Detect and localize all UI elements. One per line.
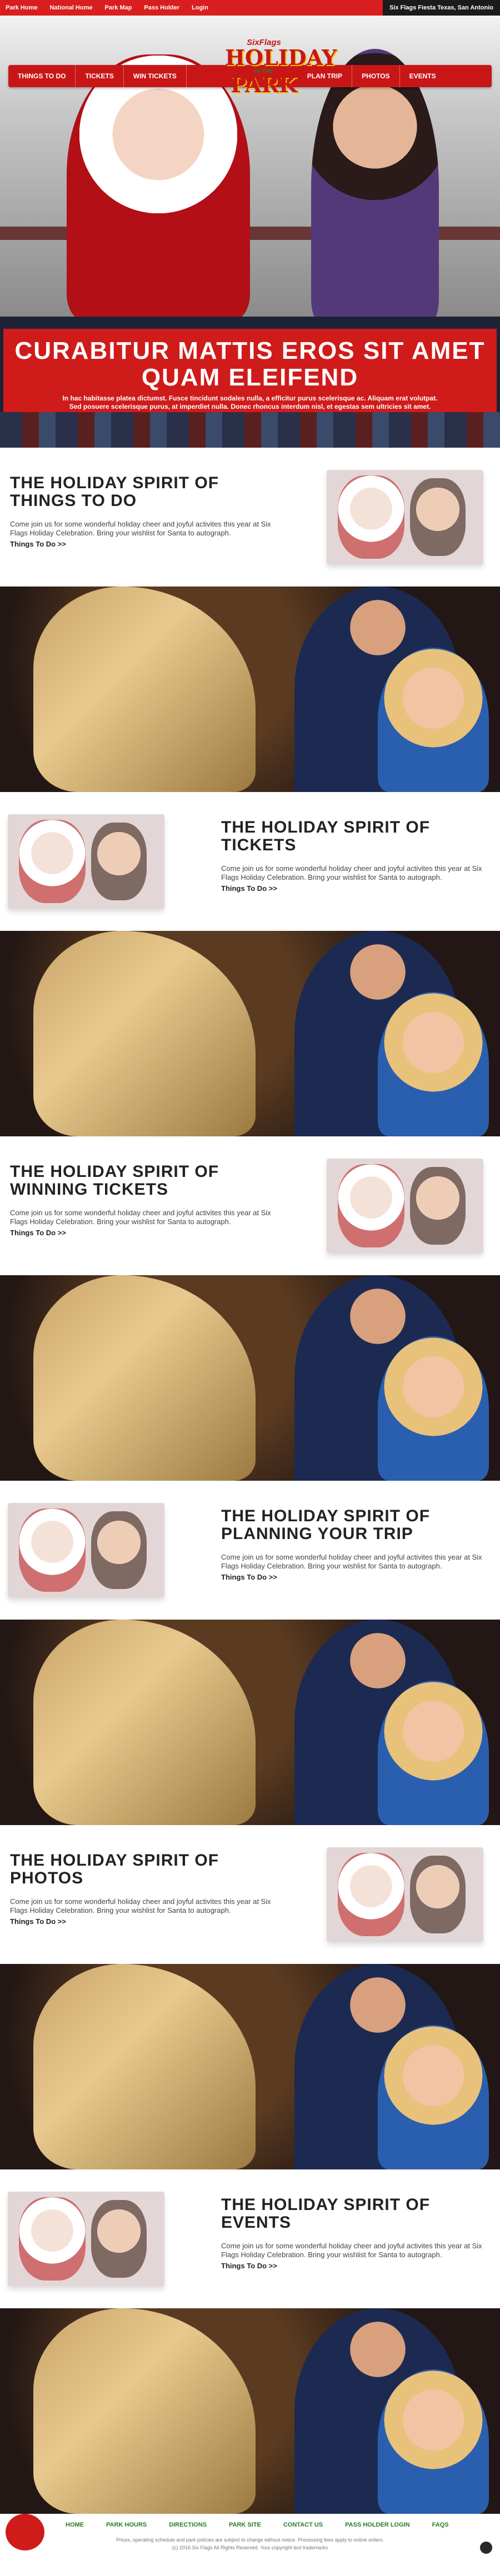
feature-tickets: THE HOLIDAY SPIRIT OF TICKETS Come join … [0,792,500,931]
nav-events[interactable]: EVENTS [400,65,446,87]
footer-link-park-hours[interactable]: PARK HOURS [106,2522,147,2528]
top-link-login[interactable]: Login [192,4,208,11]
footer: HOME PARK HOURS DIRECTIONS PARK SITE CON… [0,2514,500,2576]
feature-link[interactable]: Things To Do >> [221,2262,499,2270]
footer-links: HOME PARK HOURS DIRECTIONS PARK SITE CON… [66,2522,449,2528]
feature-text: THE HOLIDAY SPIRIT OF PLANNING YOUR TRIP… [221,1507,499,1582]
feature-thumbnail [8,814,164,909]
feature-thumbnail [8,2192,164,2286]
feature-body: Come join us for some wonderful holiday … [10,520,271,537]
feature-thumbnail [327,1159,483,1253]
feature-link[interactable]: Things To Do >> [10,1917,288,1926]
feature-photos: THE HOLIDAY SPIRIT OF PHOTOS Come join u… [0,1825,500,1964]
nav-photos[interactable]: PHOTOS [352,65,400,87]
top-link-park-map[interactable]: Park Map [105,4,132,11]
logo-word-park: PARK [231,72,297,97]
smiling-girl [378,2025,489,2169]
nav-win-tickets[interactable]: WIN TICKETS [124,65,187,87]
top-link-park-home[interactable]: Park Home [6,4,37,11]
feature-text: THE HOLIDAY SPIRIT OF PHOTOS Come join u… [10,1852,288,1926]
feature-body: Come join us for some wonderful holiday … [10,1209,271,1226]
feature-planning-your-trip: THE HOLIDAY SPIRIT OF PLANNING YOUR TRIP… [0,1481,500,1620]
smiling-girl [378,1336,489,1481]
feature-text: THE HOLIDAY SPIRIT OF EVENTS Come join u… [221,2196,499,2271]
feature-thumbnail [327,1847,483,1942]
footer-notes: Prices, operating schedule and park poli… [111,2536,389,2552]
carousel-photo [0,1620,500,1825]
nav-things-to-do[interactable]: THINGS TO DO [8,65,76,87]
carousel-photo [0,587,500,792]
feature-text: THE HOLIDAY SPIRIT OF TICKETS Come join … [221,819,499,893]
feature-body: Come join us for some wonderful holiday … [221,1553,482,1570]
feature-body: Come join us for some wonderful holiday … [221,2242,482,2259]
feature-title: THE HOLIDAY SPIRIT OF TICKETS [221,818,431,854]
feature-text: THE HOLIDAY SPIRIT OF WINNING TICKETS Co… [10,1163,288,1237]
banner-text: In hac habitasse platea dictumst. Fusce … [62,394,438,410]
feature-text: THE HOLIDAY SPIRIT OF THINGS TO DO Come … [10,474,288,549]
footer-link-directions[interactable]: DIRECTIONS [169,2522,207,2528]
feature-title: THE HOLIDAY SPIRIT OF EVENTS [221,2196,431,2232]
nav-tickets[interactable]: TICKETS [76,65,124,87]
banner-photo-strip [0,412,500,448]
carousel-photo [0,931,500,1136]
feature-title: THE HOLIDAY SPIRIT OF PHOTOS [10,1851,219,1887]
feature-title: THE HOLIDAY SPIRIT OF PLANNING YOUR TRIP [221,1507,431,1543]
feature-body: Come join us for some wonderful holiday … [10,1897,271,1915]
footer-link-pass-holder-login[interactable]: PASS HOLDER LOGIN [345,2522,410,2528]
feature-link[interactable]: Things To Do >> [221,1573,499,1581]
banner-headline: CURABITUR MATTIS EROS SIT AMET QUAM ELEI… [14,337,486,391]
footer-copyright: (c) 2016 Six Flags All Rights Reserved. … [172,2545,328,2550]
feature-thumbnail [8,1503,164,1597]
logo-word-holiday: HOLIDAY [225,45,337,70]
hero-section: THINGS TO DO TICKETS WIN TICKETS PLAN TR… [0,16,500,317]
top-links: Park Home National Home Park Map Pass Ho… [6,4,208,11]
smiling-girl [378,1681,489,1825]
feature-events: THE HOLIDAY SPIRIT OF EVENTS Come join u… [0,2169,500,2308]
smiling-girl [378,992,489,1136]
holiday-in-the-park-logo[interactable]: SixFlags HOLIDAY IN THE PARK [225,38,337,110]
feature-link[interactable]: Things To Do >> [10,1229,288,1237]
park-selector[interactable]: Six Flags Fiesta Texas, San Antonio [382,0,500,16]
carousel-photo [0,1964,500,2169]
top-link-national-home[interactable]: National Home [49,4,92,11]
footer-link-park-site[interactable]: PARK SITE [229,2522,261,2528]
footer-disclaimer: Prices, operating schedule and park poli… [116,2537,384,2543]
footer-link-contact-us[interactable]: CONTACT US [283,2522,323,2528]
feature-link[interactable]: Things To Do >> [221,884,499,893]
santa-photo [67,54,250,317]
carousel-photo [0,1275,500,1481]
footer-link-home[interactable]: HOME [66,2522,84,2528]
top-bar: Park Home National Home Park Map Pass Ho… [0,0,500,16]
smiling-girl [378,2369,489,2514]
promo-banner: CURABITUR MATTIS EROS SIT AMET QUAM ELEI… [0,317,500,448]
feature-title: THE HOLIDAY SPIRIT OF THINGS TO DO [10,474,219,510]
feature-things-to-do: THE HOLIDAY SPIRIT OF THINGS TO DO Come … [0,448,500,587]
footer-link-faqs[interactable]: FAQS [432,2522,449,2528]
feature-thumbnail [327,470,483,564]
social-icon[interactable] [480,2542,492,2554]
feature-link[interactable]: Things To Do >> [10,540,288,548]
feature-winning-tickets: THE HOLIDAY SPIRIT OF WINNING TICKETS Co… [0,1136,500,1275]
feature-title: THE HOLIDAY SPIRIT OF WINNING TICKETS [10,1162,219,1199]
carousel-photo [0,2308,500,2514]
top-link-pass-holder[interactable]: Pass Holder [144,4,179,11]
rider-photo [311,49,439,317]
footer-logo[interactable] [6,2514,44,2550]
smiling-girl [378,648,489,792]
feature-body: Come join us for some wonderful holiday … [221,864,482,881]
